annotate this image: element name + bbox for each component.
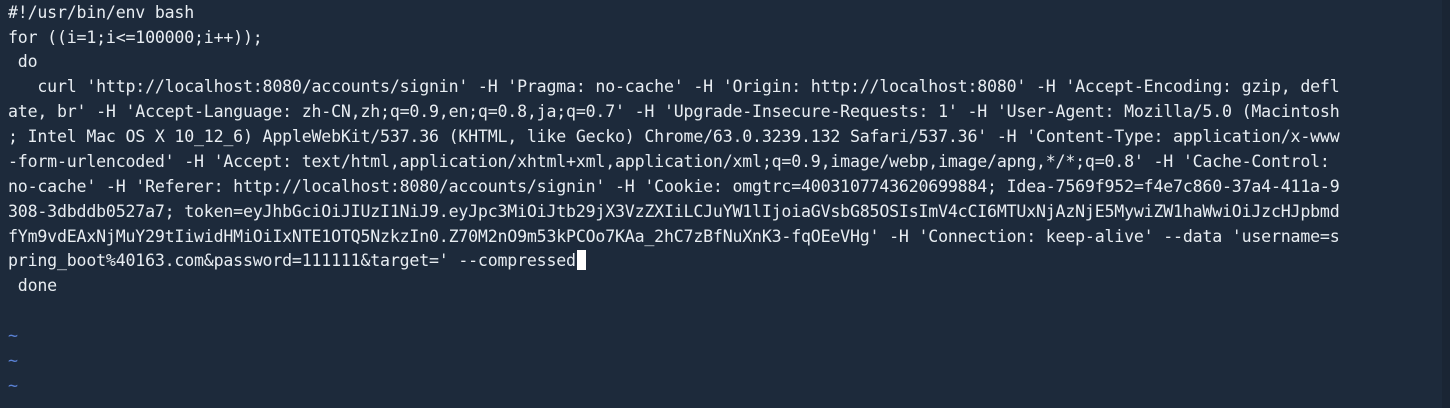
- code-line: for ((i=1;i<=100000;i++));: [8, 28, 263, 47]
- empty-line-tilde: ~: [8, 351, 18, 370]
- empty-line-tilde: ~: [8, 326, 18, 345]
- code-line: no-cache' -H 'Referer: http://localhost:…: [8, 177, 1340, 196]
- window-edge: [1442, 0, 1450, 408]
- empty-line-tilde: ~: [8, 376, 18, 395]
- code-line: done: [8, 276, 57, 295]
- code-line-with-cursor: pring_boot%40163.com&password=111111&tar…: [8, 248, 586, 273]
- code-line: fYm9vdEAxNjMuY29tIiwidHMiOiIxNTE1OTQ5Nzk…: [8, 227, 1340, 246]
- code-line: do: [8, 52, 38, 71]
- code-line: 308-3dbddb0527a7; token=eyJhbGciOiJIUzI1…: [8, 202, 1340, 221]
- code-line: curl 'http://localhost:8080/accounts/sig…: [8, 77, 1340, 96]
- code-line: ate, br' -H 'Accept-Language: zh-CN,zh;q…: [8, 102, 1340, 121]
- code-line: -form-urlencoded' -H 'Accept: text/html,…: [8, 152, 1330, 171]
- code-line: #!/usr/bin/env bash: [8, 3, 195, 22]
- terminal-window[interactable]: #!/usr/bin/env bash for ((i=1;i<=100000;…: [0, 0, 1450, 408]
- code-line: ; Intel Mac OS X 10_12_6) AppleWebKit/53…: [8, 127, 1340, 146]
- code-line-text: pring_boot%40163.com&password=111111&tar…: [8, 251, 576, 270]
- text-cursor: [576, 250, 586, 270]
